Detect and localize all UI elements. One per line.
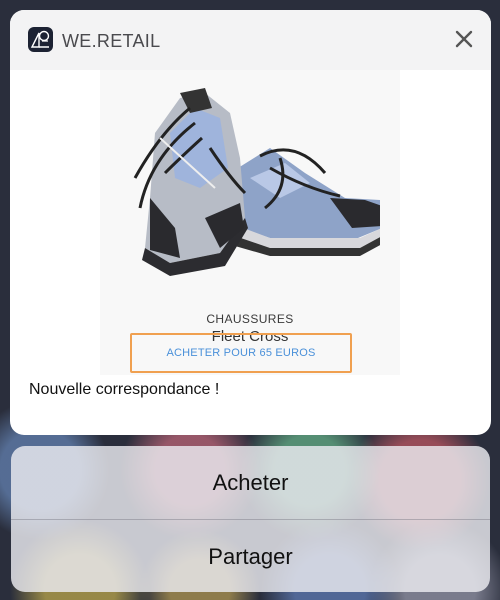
- notification-message: Nouvelle correspondance !: [29, 381, 220, 398]
- notification-card: WE.RETAIL CHAUSSURES Fleet Cross ACHETER…: [10, 10, 491, 435]
- buy-link[interactable]: ACHETER POUR 65 EUROS: [130, 333, 352, 373]
- running-shoes-image: [133, 88, 380, 276]
- buy-action-button[interactable]: Acheter: [11, 446, 490, 519]
- app-name: WE.RETAIL: [62, 31, 161, 51]
- product-category: CHAUSSURES: [206, 312, 294, 326]
- action-sheet: Acheter Partager: [11, 446, 490, 592]
- we-retail-logo-icon: [28, 27, 53, 52]
- product-preview: CHAUSSURES Fleet Cross: [100, 70, 400, 375]
- notification-header: WE.RETAIL: [10, 10, 491, 70]
- share-action-button[interactable]: Partager: [11, 520, 490, 592]
- close-icon[interactable]: [451, 26, 477, 52]
